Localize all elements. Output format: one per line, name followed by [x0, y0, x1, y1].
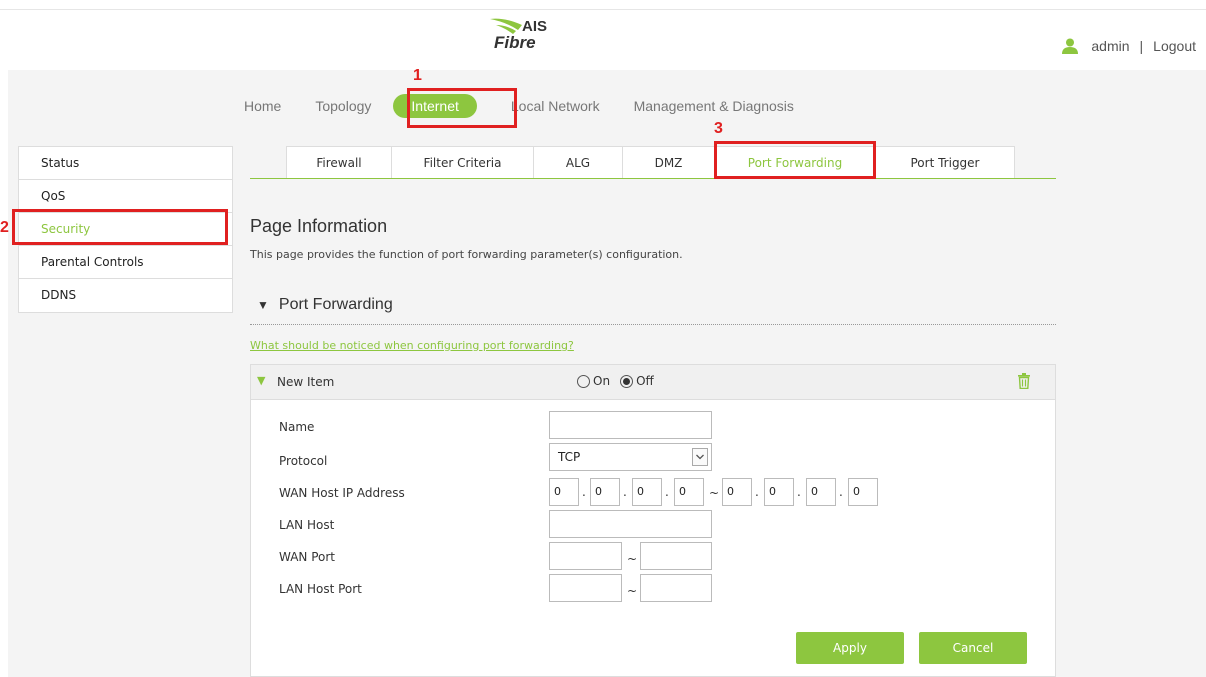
port-range-tilde: ~ [627, 552, 638, 566]
user-name: admin [1091, 38, 1130, 54]
section-divider [250, 324, 1056, 325]
highlight-box-internet [407, 88, 517, 128]
lan-host-label: LAN Host [279, 518, 335, 532]
tab-filter-criteria[interactable]: Filter Criteria [391, 146, 534, 178]
nav-home[interactable]: Home [244, 98, 281, 114]
top-divider [0, 9, 1206, 10]
wan-port-end-input[interactable] [640, 542, 712, 570]
ais-fibre-logo[interactable]: AIS Fibre [488, 16, 568, 56]
wan-port-label: WAN Port [279, 550, 335, 564]
item-header: ▼ New Item On Off [251, 365, 1055, 400]
ip-dot: . [582, 485, 586, 499]
nav-management-diagnosis[interactable]: Management & Diagnosis [634, 98, 794, 114]
ip-dot: . [665, 485, 669, 499]
tab-dmz[interactable]: DMZ [622, 146, 715, 178]
ip-dot: . [755, 485, 759, 499]
wan-ip-start-octet-2[interactable]: 0 [590, 478, 620, 506]
logo-text-fibre: Fibre [494, 33, 536, 52]
wan-ip-end-octet-3[interactable]: 0 [806, 478, 836, 506]
wan-ip-label: WAN Host IP Address [279, 486, 405, 500]
trash-icon[interactable] [1017, 373, 1031, 389]
name-input[interactable] [549, 411, 712, 439]
section-header-port-forwarding[interactable]: ▼ Port Forwarding [257, 296, 393, 314]
radio-off-label: Off [636, 374, 654, 388]
wan-ip-start-octet-3[interactable]: 0 [632, 478, 662, 506]
radio-off[interactable] [620, 374, 634, 388]
ip-dot: . [839, 485, 843, 499]
user-icon [1062, 38, 1079, 54]
apply-button[interactable]: Apply [796, 632, 904, 664]
logout-link[interactable]: Logout [1153, 38, 1196, 54]
tab-firewall[interactable]: Firewall [286, 146, 392, 178]
protocol-label: Protocol [279, 454, 328, 468]
item-expand-triangle-icon[interactable]: ▼ [257, 374, 265, 387]
sidebar-item-ddns[interactable]: DDNS [19, 279, 232, 312]
wan-ip-start-octet-1[interactable]: 0 [549, 478, 579, 506]
select-chevron-down-icon [692, 448, 708, 466]
highlight-box-port-forwarding [714, 141, 876, 179]
annotation-number-3: 3 [714, 120, 723, 137]
wan-ip-end-octet-2[interactable]: 0 [764, 478, 794, 506]
user-separator: | [1139, 38, 1144, 54]
help-link[interactable]: What should be noticed when configuring … [250, 339, 574, 352]
lan-port-label: LAN Host Port [279, 582, 362, 596]
nav-topology[interactable]: Topology [315, 98, 371, 114]
lan-host-input[interactable] [549, 510, 712, 538]
annotation-number-2: 2 [0, 219, 9, 236]
tab-alg[interactable]: ALG [533, 146, 623, 178]
section-title: Port Forwarding [278, 296, 393, 313]
sidebar-item-status[interactable]: Status [19, 147, 232, 180]
ip-range-tilde: ~ [709, 486, 720, 500]
wan-ip-end-octet-4[interactable]: 0 [848, 478, 878, 506]
port-forwarding-item: ▼ New Item On Off Name Protocol TCP WAN … [250, 364, 1056, 677]
nav-local-network[interactable]: Local Network [511, 98, 600, 114]
radio-on-label: On [593, 374, 611, 388]
protocol-value: TCP [558, 450, 581, 464]
top-bar: AIS Fibre admin | Logout [0, 0, 1206, 70]
lan-port-start-input[interactable] [549, 574, 622, 602]
sidebar-item-parental-controls[interactable]: Parental Controls [19, 246, 232, 279]
protocol-select[interactable]: TCP [549, 443, 712, 471]
collapse-triangle-icon: ▼ [257, 298, 269, 312]
sub-tabs-underline [250, 178, 1056, 179]
radio-on[interactable] [577, 374, 590, 388]
top-nav: Home Topology Internet Local Network Man… [244, 94, 828, 118]
ip-dot: . [623, 485, 627, 499]
page-title: Page Information [250, 216, 388, 236]
highlight-box-security [12, 209, 228, 245]
user-menu: admin | Logout [1061, 38, 1196, 54]
tab-port-trigger[interactable]: Port Trigger [875, 146, 1015, 178]
lan-port-end-input[interactable] [640, 574, 712, 602]
wan-port-start-input[interactable] [549, 542, 622, 570]
sub-tabs: Firewall Filter Criteria ALG DMZ Port Fo… [286, 146, 1015, 178]
name-label: Name [279, 420, 315, 434]
cancel-button[interactable]: Cancel [919, 632, 1027, 664]
port-range-tilde: ~ [627, 584, 638, 598]
enable-radio-group: On Off [577, 374, 664, 388]
page-description: This page provides the function of port … [250, 248, 683, 261]
item-title: New Item [277, 375, 335, 389]
ip-dot: . [797, 485, 801, 499]
wan-ip-start-octet-4[interactable]: 0 [674, 478, 704, 506]
wan-ip-end-octet-1[interactable]: 0 [722, 478, 752, 506]
annotation-number-1: 1 [413, 67, 422, 84]
